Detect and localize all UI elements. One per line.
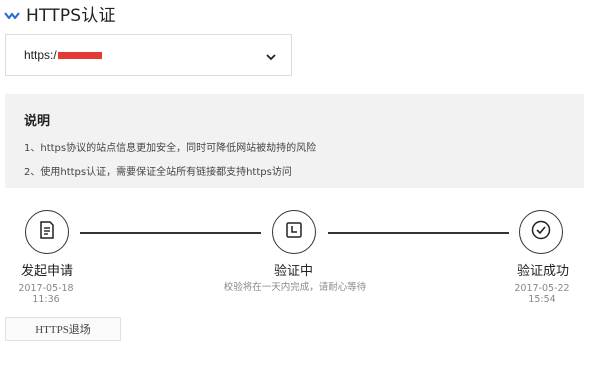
note-line-2: 2、使用https认证，需要保证全站所有链接都支持https访问: [24, 167, 292, 178]
step-2-label: 验证中: [274, 264, 314, 279]
note-line-1: 1、https协议的站点信息更加安全，同时可降低网站被劫持的风险: [24, 143, 317, 154]
step-1-label: 发起申请: [21, 264, 74, 279]
page-header: HTTPS认证: [4, 2, 116, 26]
step-connector-2: [328, 232, 509, 234]
domain-select-value: https:/: [24, 48, 102, 62]
step-3-label: 验证成功: [517, 264, 570, 279]
domain-select[interactable]: https:/: [5, 34, 292, 76]
clock-icon: [284, 220, 304, 244]
step-1-circle: [25, 210, 69, 254]
page-title: HTTPS认证: [26, 5, 116, 26]
step-2-circle: [272, 210, 316, 254]
chevron-down-icon[interactable]: [265, 48, 277, 61]
step-2-meta: 校验将在一天内完成，请耐心等待: [223, 282, 367, 293]
info-note: 说明 1、https协议的站点信息更加安全，同时可降低网站被劫持的风险 2、使用…: [5, 94, 584, 188]
step-1-meta: 2017-05-18 11:36: [18, 283, 74, 305]
note-heading: 说明: [24, 114, 51, 129]
step-3-circle: [519, 210, 563, 254]
step-connector-1: [80, 232, 261, 234]
step-3-meta: 2017-05-22 15:54: [514, 283, 570, 305]
progress-steps: 发起申请 2017-05-18 11:36 验证中 校验将在一天内完成，请耐心等…: [0, 205, 600, 305]
document-icon: [37, 220, 57, 244]
check-chevron-icon: [4, 7, 20, 20]
https-exit-button[interactable]: HTTPS退场: [5, 317, 121, 341]
redacted-domain: [57, 52, 102, 60]
check-circle-icon: [530, 219, 552, 245]
